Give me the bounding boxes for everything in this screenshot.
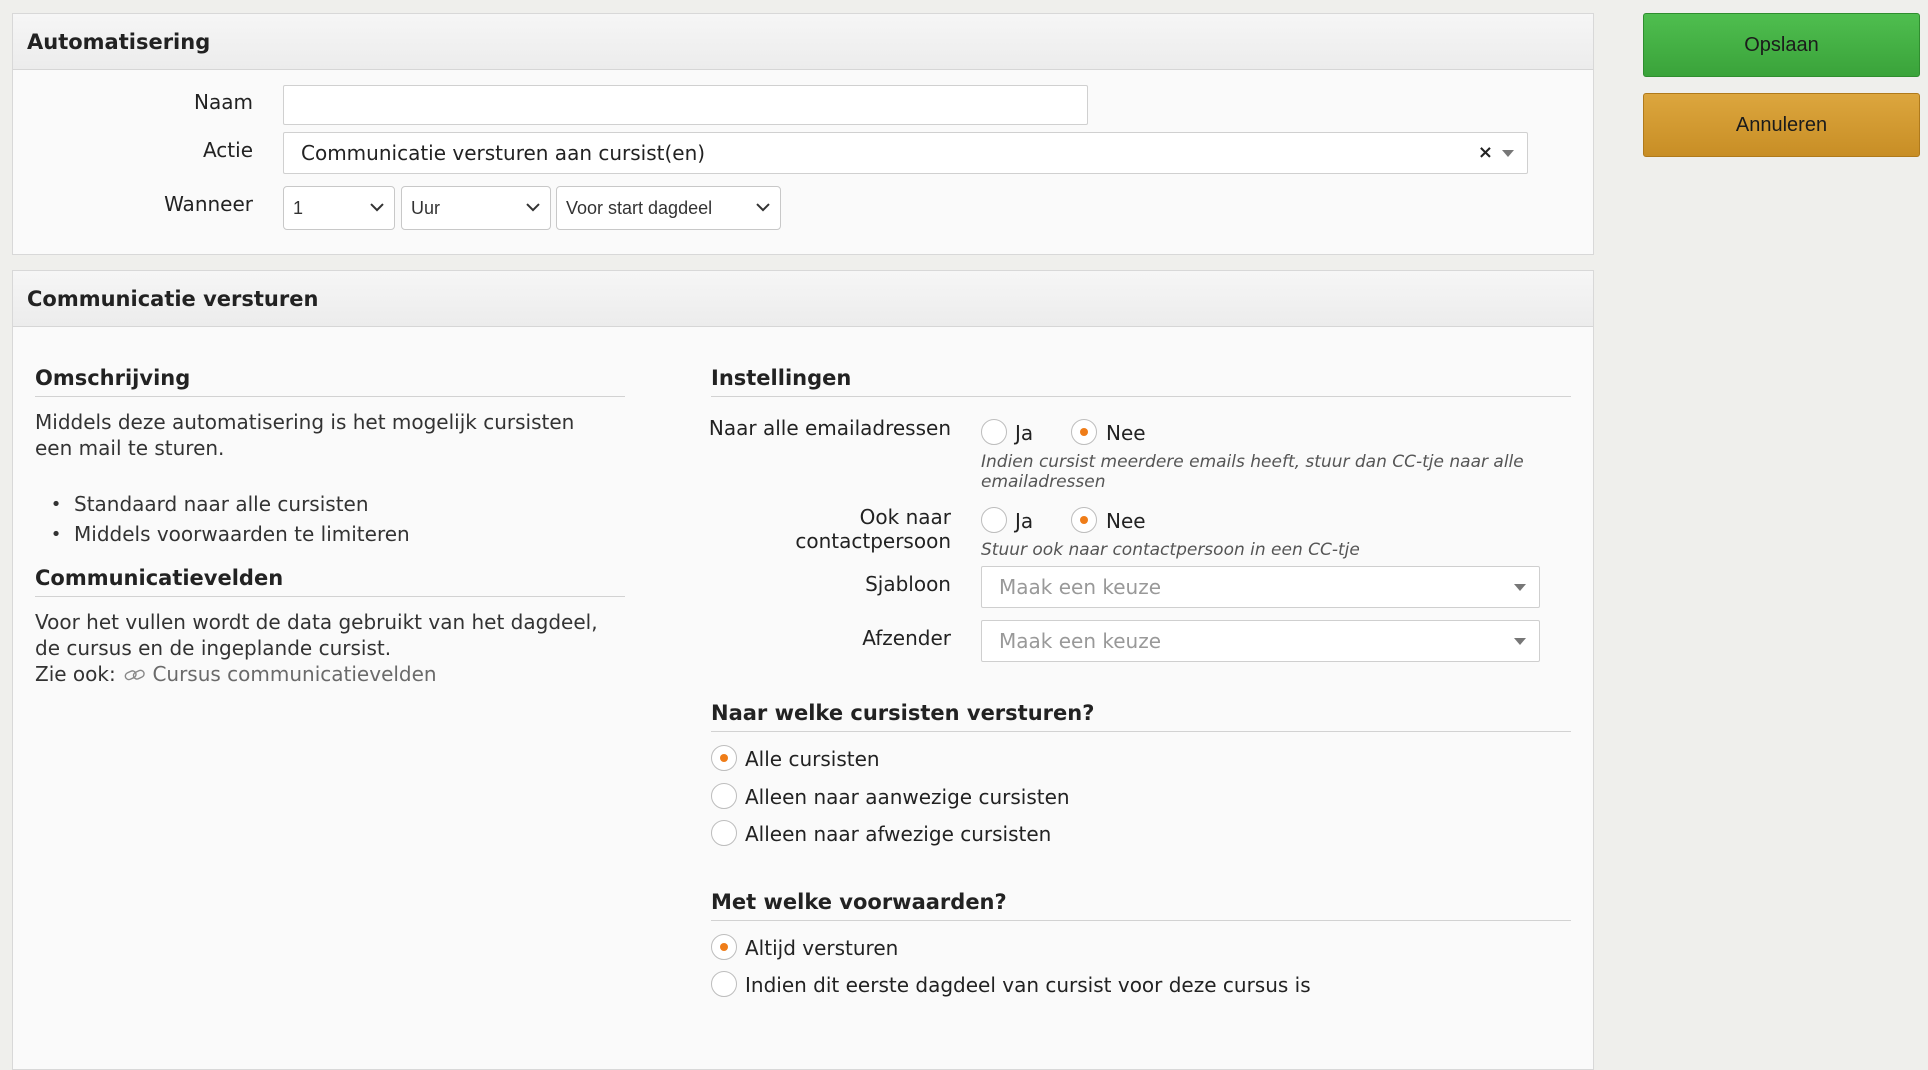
cursus-communicatievelden-link[interactable]: Cursus communicatievelden [152, 662, 436, 686]
contactpersoon-ja-radio[interactable] [981, 507, 1007, 533]
clear-icon[interactable]: × [1478, 142, 1493, 163]
voorwaarden-eerste-dagdeel-radio[interactable] [711, 971, 737, 997]
naam-input[interactable] [283, 85, 1088, 125]
save-button[interactable]: Opslaan [1643, 13, 1920, 77]
wanneer-amount-select[interactable]: 1 [283, 186, 395, 230]
cursisten-afwezig-radio[interactable] [711, 820, 737, 846]
wanneer-moment-select[interactable]: Voor start dagdeel [556, 186, 781, 230]
alle-emails-ja-radio[interactable] [981, 419, 1007, 445]
alle-emails-nee-label: Nee [1106, 421, 1146, 445]
wanneer-moment-value: Voor start dagdeel [566, 197, 713, 218]
contactpersoon-label: Ook naar contactpersoon [795, 505, 951, 553]
voorwaarden-altijd-label: Altijd versturen [745, 936, 899, 960]
communicatievelden-text: Voor het vullen wordt de data gebruikt v… [35, 610, 598, 660]
communicatievelden-title: Communicatievelden [35, 566, 625, 597]
afzender-label: Afzender [862, 626, 951, 650]
alle-emails-label: Naar alle emailadressen [708, 416, 951, 440]
cursisten-alle-label: Alle cursisten [745, 747, 880, 771]
voorwaarden-altijd-radio[interactable] [711, 934, 737, 960]
wanneer-unit-value: Uur [411, 197, 441, 218]
chevron-down-icon [526, 203, 540, 212]
alle-emails-ja-label: Ja [1015, 421, 1034, 445]
cursisten-aanwezig-radio[interactable] [711, 783, 737, 809]
wanneer-unit-select[interactable]: Uur [401, 186, 551, 230]
contactpersoon-help: Stuur ook naar contactpersoon in een CC-… [981, 540, 1360, 560]
sjabloon-select[interactable]: Maak een keuze [981, 566, 1540, 608]
communicatie-title: Communicatie versturen [13, 271, 1593, 327]
chevron-down-icon [1502, 150, 1514, 157]
automatisering-title: Automatisering [13, 14, 1593, 70]
alle-emails-nee-radio[interactable] [1071, 419, 1097, 445]
cursisten-title: Naar welke cursisten versturen? [711, 701, 1571, 732]
afzender-placeholder: Maak een keuze [999, 629, 1162, 653]
actie-select[interactable]: Communicatie versturen aan cursist(en) × [283, 132, 1528, 174]
link-icon [124, 669, 145, 681]
sjabloon-placeholder: Maak een keuze [999, 575, 1162, 599]
omschrijving-title: Omschrijving [35, 366, 625, 397]
actie-value: Communicatie versturen aan cursist(en) [301, 141, 706, 165]
zie-ook-label: Zie ook: [35, 662, 116, 686]
list-item: Standaard naar alle cursisten [38, 489, 410, 519]
contactpersoon-nee-radio[interactable] [1071, 507, 1097, 533]
voorwaarden-title: Met welke voorwaarden? [711, 890, 1571, 921]
actie-label: Actie [202, 138, 253, 162]
chevron-down-icon [1514, 584, 1526, 591]
omschrijving-text: Middels deze automatisering is het mogel… [35, 410, 575, 460]
cursisten-afwezig-label: Alleen naar afwezige cursisten [745, 822, 1052, 846]
chevron-down-icon [370, 203, 384, 212]
contactpersoon-ja-label: Ja [1015, 509, 1034, 533]
instellingen-title: Instellingen [711, 366, 1571, 397]
cursisten-alle-radio[interactable] [711, 745, 737, 771]
voorwaarden-eerste-dagdeel-label: Indien dit eerste dagdeel van cursist vo… [745, 973, 1311, 997]
wanneer-amount-value: 1 [293, 197, 304, 218]
cursisten-aanwezig-label: Alleen naar aanwezige cursisten [745, 785, 1070, 809]
afzender-select[interactable]: Maak een keuze [981, 620, 1540, 662]
list-item: Middels voorwaarden te limiteren [38, 519, 410, 549]
cancel-button[interactable]: Annuleren [1643, 93, 1920, 157]
chevron-down-icon [756, 203, 770, 212]
chevron-down-icon [1514, 638, 1526, 645]
sjabloon-label: Sjabloon [865, 572, 951, 596]
omschrijving-bullets: Standaard naar alle cursisten Middels vo… [38, 489, 410, 549]
alle-emails-help: Indien cursist meerdere emails heeft, st… [981, 452, 1524, 492]
naam-label: Naam [194, 90, 253, 114]
wanneer-label: Wanneer [164, 192, 253, 216]
zie-ook-line: Zie ook: Cursus communicatievelden [35, 661, 625, 687]
contactpersoon-nee-label: Nee [1106, 509, 1146, 533]
